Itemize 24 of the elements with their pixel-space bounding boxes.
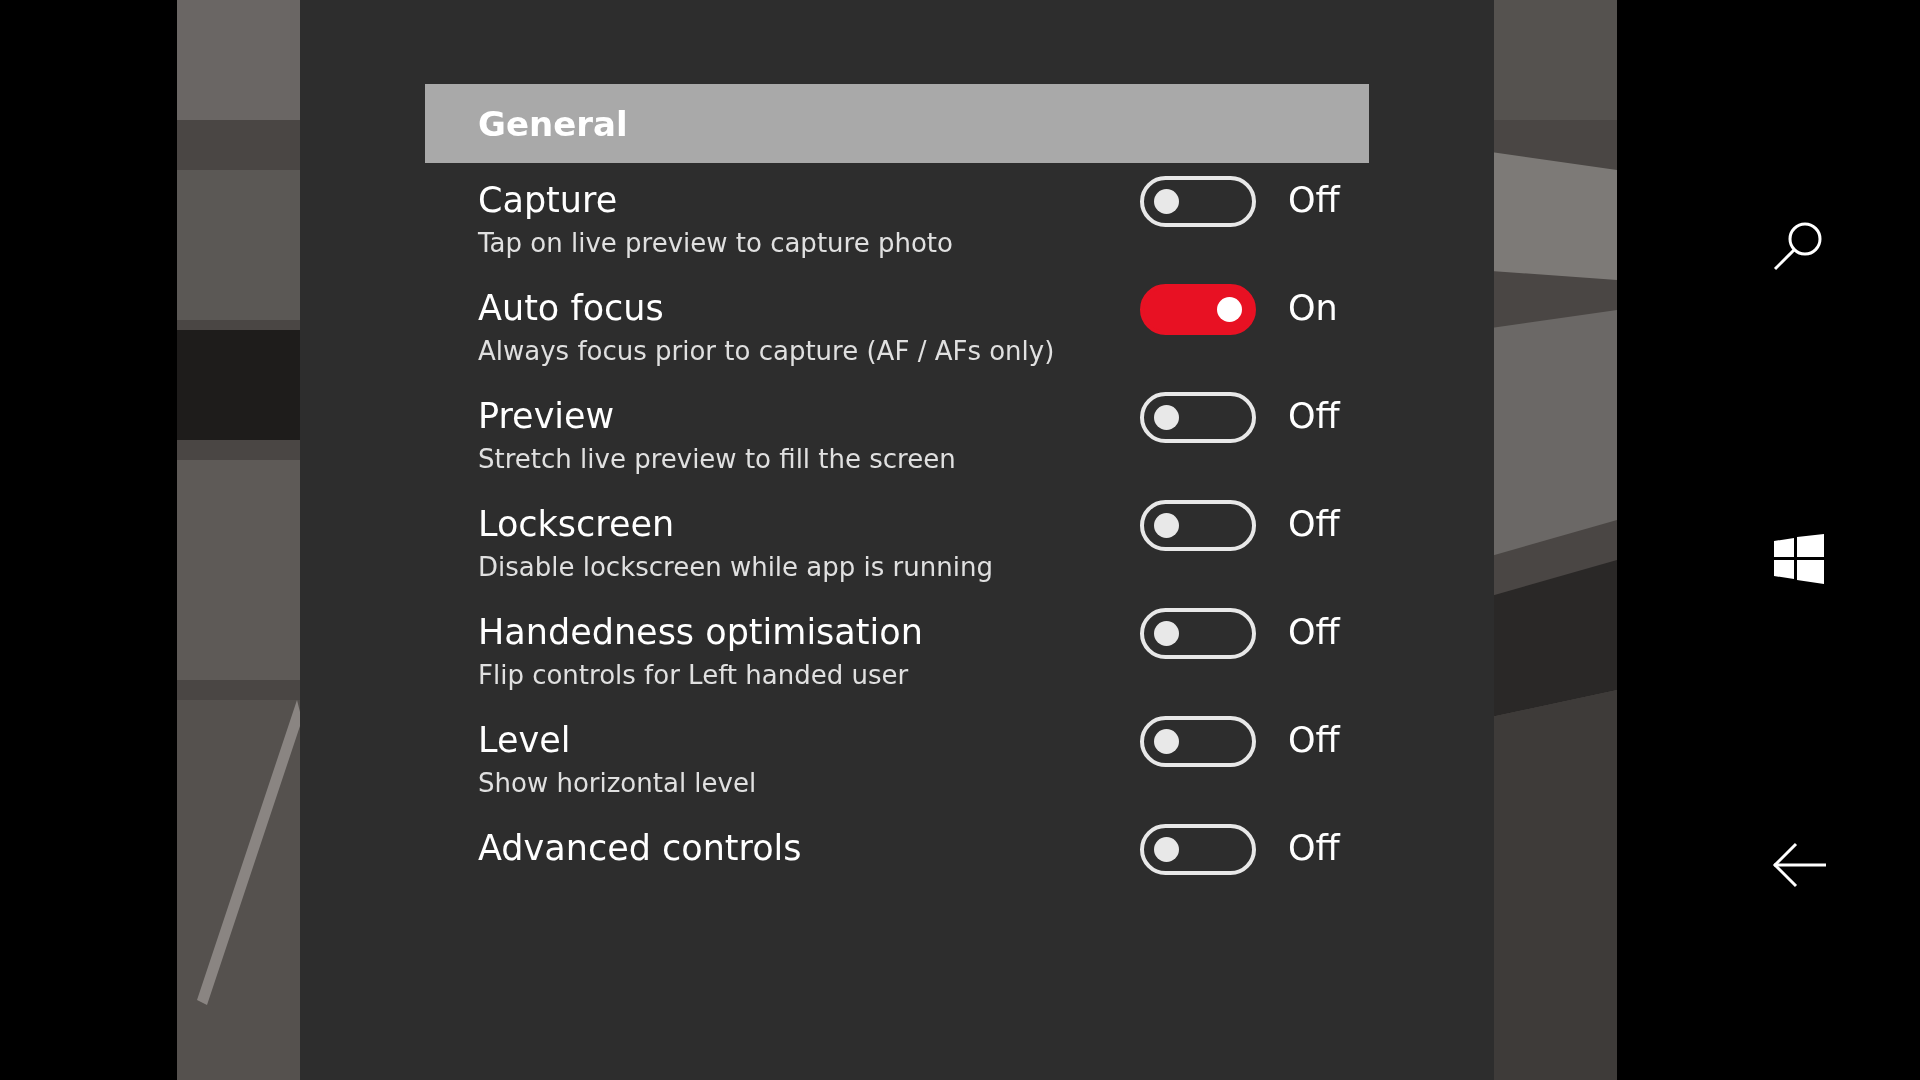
setting-title: Lockscreen	[478, 503, 676, 546]
toggle-state: Off	[1288, 179, 1340, 222]
setting-description: Stretch live preview to fill the screen	[478, 443, 957, 476]
setting-description: Tap on live preview to capture photo	[478, 227, 954, 260]
setting-title: Advanced controls	[478, 827, 803, 870]
section-header: General	[425, 84, 1369, 163]
toggle-state: On	[1288, 287, 1338, 330]
setting-description: Always focus prior to capture (AF / AFs only)	[478, 335, 1056, 368]
toggle-state: Off	[1288, 719, 1340, 762]
setting-title: Handedness optimisation	[478, 611, 924, 654]
toggle-switch[interactable]	[1140, 284, 1256, 335]
setting-description: Show horizontal level	[478, 767, 758, 800]
setting-title: Auto focus	[478, 287, 665, 330]
windows-icon[interactable]	[1773, 534, 1824, 584]
setting-description: Flip controls for Left handed user	[478, 659, 910, 692]
toggle-state: Off	[1288, 827, 1340, 870]
toggle-state: Off	[1288, 611, 1340, 654]
toggle-state: Off	[1288, 503, 1340, 546]
setting-title: Capture	[478, 179, 619, 222]
back-icon[interactable]	[1771, 842, 1826, 888]
toggle-state: Off	[1288, 395, 1340, 438]
setting-title: Preview	[478, 395, 616, 438]
setting-description: Disable lockscreen while app is running	[478, 551, 994, 584]
setting-title: Level	[478, 719, 572, 762]
